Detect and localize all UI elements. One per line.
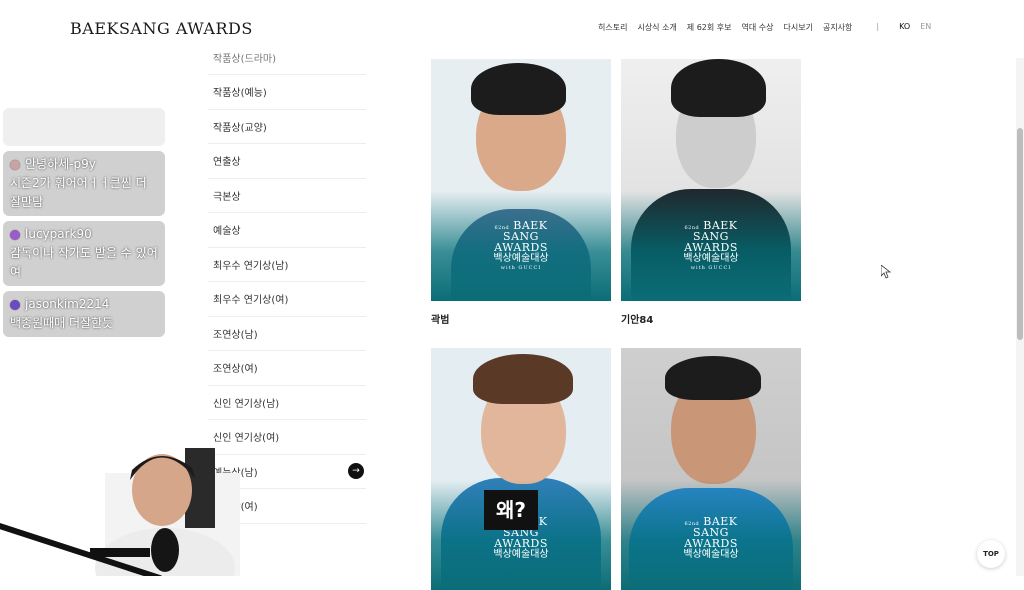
category-item[interactable]: 작품상(예능) [208, 75, 366, 110]
nominee-name: 기안84 [621, 315, 654, 326]
chat-message: lucypark90 감독이나 작가도 받을 수 있어여 [3, 221, 165, 286]
site-header: BAEKSANG AWARDS 히스토리 시상식 소개 제 62회 후보 역대 … [0, 0, 1024, 58]
chat-message: 안녕하세-p9y 시즌2가 훠어어ㅓㅓ큰씬 더 잘만담 [3, 151, 165, 216]
main-nav: 히스토리 시상식 소개 제 62회 후보 역대 수상 다시보기 공지사항 | K… [598, 22, 941, 33]
category-label: 극본상 [213, 191, 241, 203]
category-label: 작품상(드라마) [213, 53, 277, 65]
nominee-card[interactable]: 62nd BAEK SANG AWARDS 백상예술대상 with GUCCI … [431, 59, 611, 326]
chat-user: lucypark90 [25, 227, 92, 241]
nav-notices[interactable]: 공지사항 [823, 22, 852, 33]
nominee-card[interactable]: 62nd BAEK SANG AWARDS 백상예술대상 with GUCCI … [621, 59, 801, 326]
chat-user: jasonkim2214 [25, 297, 110, 311]
nav-past-winners[interactable]: 역대 수상 [742, 22, 774, 33]
category-label: 조연상(여) [213, 364, 258, 376]
lang-ko[interactable]: KO [899, 22, 910, 33]
nav-ceremony-intro[interactable]: 시상식 소개 [637, 22, 676, 33]
category-label: 연출상 [213, 157, 241, 169]
streamer-webcam [0, 428, 245, 590]
nominee-photo: 62nd BAEK SANG AWARDS 백상예술대상 [431, 348, 611, 590]
nav-62nd-nominees[interactable]: 제 62회 후보 [687, 22, 732, 33]
site-logo[interactable]: BAEKSANG AWARDS [70, 19, 253, 38]
nav-history[interactable]: 히스토리 [598, 22, 627, 33]
chat-text: 시즌2가 훠어어ㅓㅓ큰씬 더 잘만담 [10, 176, 147, 209]
award-badge: 62nd BAEK SANG AWARDS 백상예술대상 [683, 515, 739, 560]
chat-user: 안녕하세-p9y [25, 157, 96, 171]
mouse-cursor-icon [881, 265, 891, 279]
nav-separator: | [876, 22, 880, 31]
award-badge: 62nd BAEK SANG AWARDS 백상예술대상 with GUCCI [493, 219, 549, 271]
chat-message-faded [3, 108, 165, 146]
category-item[interactable]: 최우수 연기상(여) [208, 282, 366, 317]
category-item[interactable]: 조연상(남) [208, 317, 366, 351]
lang-en[interactable]: EN [920, 22, 931, 33]
arrow-right-icon[interactable]: → [348, 463, 364, 480]
chat-text: 감독이나 작가도 받을 수 있어여 [10, 246, 158, 279]
chat-text: 백종원때매 더잘한듯 [10, 316, 114, 330]
category-label: 최우수 연기상(남) [213, 260, 289, 272]
category-item[interactable]: 연출상 [208, 144, 366, 179]
stream-chat: 안녕하세-p9y 시즌2가 훠어어ㅓㅓ큰씬 더 잘만담 lucypark90 감… [3, 108, 165, 342]
nominee-photo: 62nd BAEK SANG AWARDS 백상예술대상 with GUCCI [431, 59, 611, 301]
category-item[interactable]: 신인 연기상(남) [208, 386, 366, 420]
video-subtitle: 왜? [484, 490, 538, 530]
category-item[interactable]: 조연상(여) [208, 351, 366, 386]
category-item[interactable]: 극본상 [208, 179, 366, 213]
user-avatar-icon [10, 299, 20, 310]
nominee-name: 곽범 [431, 315, 450, 326]
category-label: 신인 연기상(남) [213, 398, 280, 410]
nominee-photo: 62nd BAEK SANG AWARDS 백상예술대상 [621, 348, 801, 590]
category-label: 작품상(교양) [213, 122, 267, 134]
award-badge: 62nd BAEK SANG AWARDS 백상예술대상 with GUCCI [683, 219, 739, 271]
category-label: 작품상(예능) [213, 88, 267, 100]
category-item[interactable]: 최우수 연기상(남) [208, 248, 366, 282]
nominee-card[interactable]: 62nd BAEK SANG AWARDS 백상예술대상 [431, 348, 611, 590]
category-item[interactable]: 예술상 [208, 213, 366, 248]
streamer-webcam-image [0, 448, 240, 590]
category-label: 예술상 [213, 226, 241, 238]
chat-message: jasonkim2214 백종원때매 더잘한듯 [3, 291, 165, 337]
category-label: 최우수 연기상(여) [213, 295, 289, 307]
category-item[interactable]: 작품상(교양) [208, 110, 366, 144]
nav-replay[interactable]: 다시보기 [784, 22, 813, 33]
user-avatar-icon [10, 159, 20, 170]
nominee-card[interactable]: 62nd BAEK SANG AWARDS 백상예술대상 [621, 348, 801, 590]
user-avatar-icon [10, 229, 20, 240]
scroll-top-button[interactable]: TOP [977, 540, 1005, 568]
category-item[interactable]: 작품상(드라마) [208, 40, 366, 75]
category-label: 조연상(남) [213, 329, 258, 341]
nominee-photo: 62nd BAEK SANG AWARDS 백상예술대상 with GUCCI [621, 59, 801, 301]
scrollbar-thumb[interactable] [1017, 128, 1023, 340]
